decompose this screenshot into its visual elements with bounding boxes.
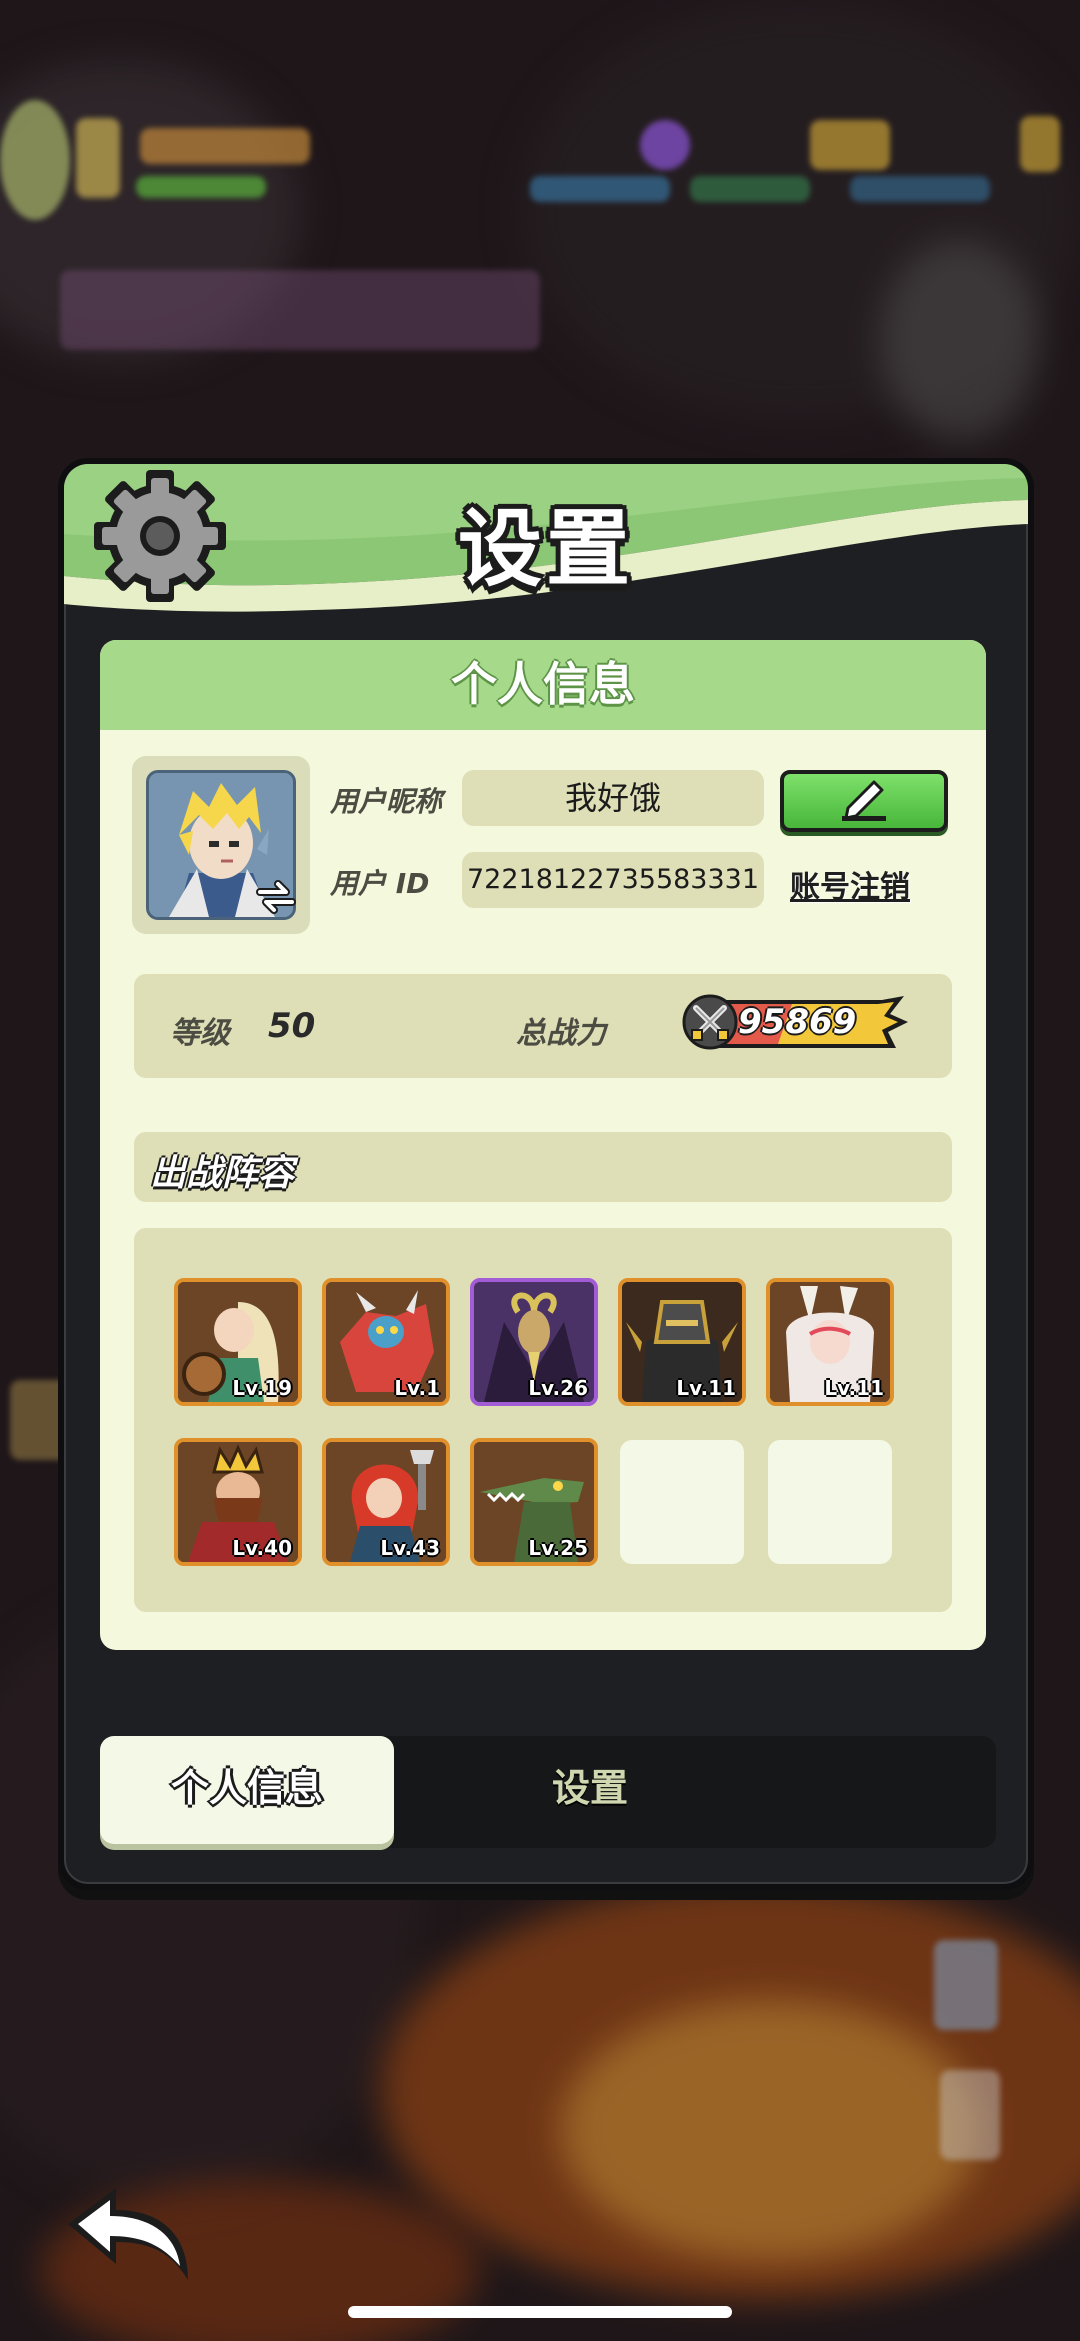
level-value: 50	[268, 1006, 316, 1046]
hero-level: Lv.25	[528, 1536, 588, 1560]
user-id-label: 用户 ID	[330, 867, 430, 900]
hero-level: Lv.26	[528, 1376, 588, 1400]
hero-slot-4[interactable]: Lv.11	[618, 1278, 746, 1406]
hero-level: Lv.40	[232, 1536, 292, 1560]
tab-personal-info[interactable]: 个人信息	[100, 1736, 394, 1844]
hud-bar1-blur	[530, 176, 670, 202]
side-character2-blur	[940, 2070, 1000, 2160]
level-label: 等级	[170, 1016, 230, 1051]
hero-level: Lv.1	[394, 1376, 440, 1400]
stats-row: 等级 50 总战力 95869	[134, 974, 952, 1078]
hud-menu-blur	[60, 270, 540, 350]
hud-portrait-blur	[76, 118, 120, 198]
hud-exp-blur	[136, 176, 266, 198]
hero-slot-1[interactable]: Lv.19	[174, 1278, 302, 1406]
nickname-label: 用户昵称	[330, 785, 443, 818]
home-indicator[interactable]	[348, 2306, 732, 2318]
side-character-blur	[934, 1940, 998, 2030]
hud-avatar-blur	[0, 100, 70, 220]
hero-level: Lv.11	[676, 1376, 736, 1400]
tab-bar: 个人信息 设置	[100, 1736, 996, 1848]
hero-level: Lv.11	[824, 1376, 884, 1400]
hero-level: Lv.19	[232, 1376, 292, 1400]
hero-slot-3[interactable]: Lv.26	[470, 1278, 598, 1406]
hero-slot-8[interactable]: Lv.25	[470, 1438, 598, 1566]
power-badge: 95869	[682, 992, 912, 1052]
nickname-field: 我好饿	[462, 770, 764, 826]
hud-name-blur	[140, 128, 310, 164]
hud-coin2-blur	[1020, 116, 1060, 172]
empty-hero-slot[interactable]	[768, 1440, 892, 1564]
hero-slot-6[interactable]: Lv.40	[174, 1438, 302, 1566]
hud-bar2-blur	[690, 176, 810, 202]
hero-slot-2[interactable]: Lv.1	[322, 1278, 450, 1406]
back-arrow-icon[interactable]	[60, 2180, 200, 2290]
pencil-icon	[842, 780, 886, 821]
power-value: 95869	[738, 1002, 857, 1042]
edit-nickname-button[interactable]	[780, 770, 948, 832]
crossed-swords-icon	[682, 994, 738, 1050]
power-label: 总战力	[516, 1016, 606, 1051]
panel-title: 个人信息	[100, 640, 986, 730]
swap-arrows-icon[interactable]	[256, 880, 296, 914]
hud-bar3-blur	[850, 176, 990, 202]
avatar-frame[interactable]	[132, 756, 310, 934]
hero-slot-5[interactable]: Lv.11	[766, 1278, 894, 1406]
hud-gem-blur	[640, 120, 690, 170]
modal-header: 设置	[64, 464, 1028, 614]
lineup-header: 出战阵容	[134, 1132, 952, 1202]
user-id-field: 72218122735583331	[462, 852, 764, 908]
hero-level: Lv.43	[380, 1536, 440, 1560]
tab-settings[interactable]: 设置	[470, 1736, 710, 1844]
lineup-grid: Lv.19 Lv.1 Lv.26 Lv.11 Lv.11 Lv.40 Lv.43…	[134, 1228, 952, 1612]
cancel-account-link[interactable]: 账号注销	[790, 862, 910, 906]
personal-info-panel: 个人信息 用户昵称 我好饿 用户 ID 72218122735583331 账号…	[100, 640, 986, 1650]
settings-modal: 设置 个人信息 用户昵称 我好饿 用户 ID 72218122735583331…	[58, 458, 1034, 1890]
lineup-title: 出战阵容	[150, 1153, 295, 1194]
hud-coin-blur	[810, 120, 890, 170]
empty-hero-slot[interactable]	[620, 1440, 744, 1564]
modal-title: 设置	[457, 500, 634, 598]
hero-slot-7[interactable]: Lv.43	[322, 1438, 450, 1566]
